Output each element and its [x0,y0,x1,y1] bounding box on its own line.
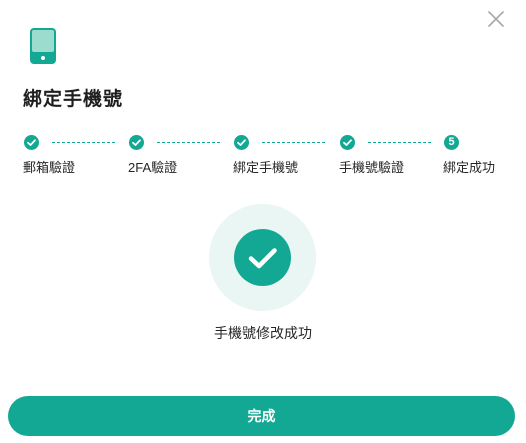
step-connector [157,142,220,143]
success-message: 手機號修改成功 [214,325,312,341]
step-2-check-icon [129,135,144,150]
step-3-label: 綁定手機號 [233,160,299,175]
step-5-label: 綁定成功 [443,160,496,175]
step-4-label: 手機號驗證 [339,160,405,175]
success-badge [209,204,316,311]
step-connector [52,142,115,143]
close-icon[interactable] [486,9,506,29]
step-2-label: 2FA驗證 [128,160,178,175]
step-connector [368,142,431,143]
dialog-title: 綁定手機號 [23,89,124,110]
step-1-check-icon [24,135,39,150]
step-1-label: 郵箱驗證 [23,160,76,175]
success-check-icon [234,229,291,286]
step-3-check-icon [234,135,249,150]
step-connector [262,142,325,143]
step-5-number: 5 [444,135,459,150]
done-button[interactable]: 完成 [8,396,515,436]
step-4-check-icon [340,135,355,150]
bind-phone-dialog: 綁定手機號 郵箱驗證 2FA驗證 綁定手機號 手機號驗證 5 綁定成功 手機號修… [0,0,526,443]
smartphone-icon [30,28,56,64]
